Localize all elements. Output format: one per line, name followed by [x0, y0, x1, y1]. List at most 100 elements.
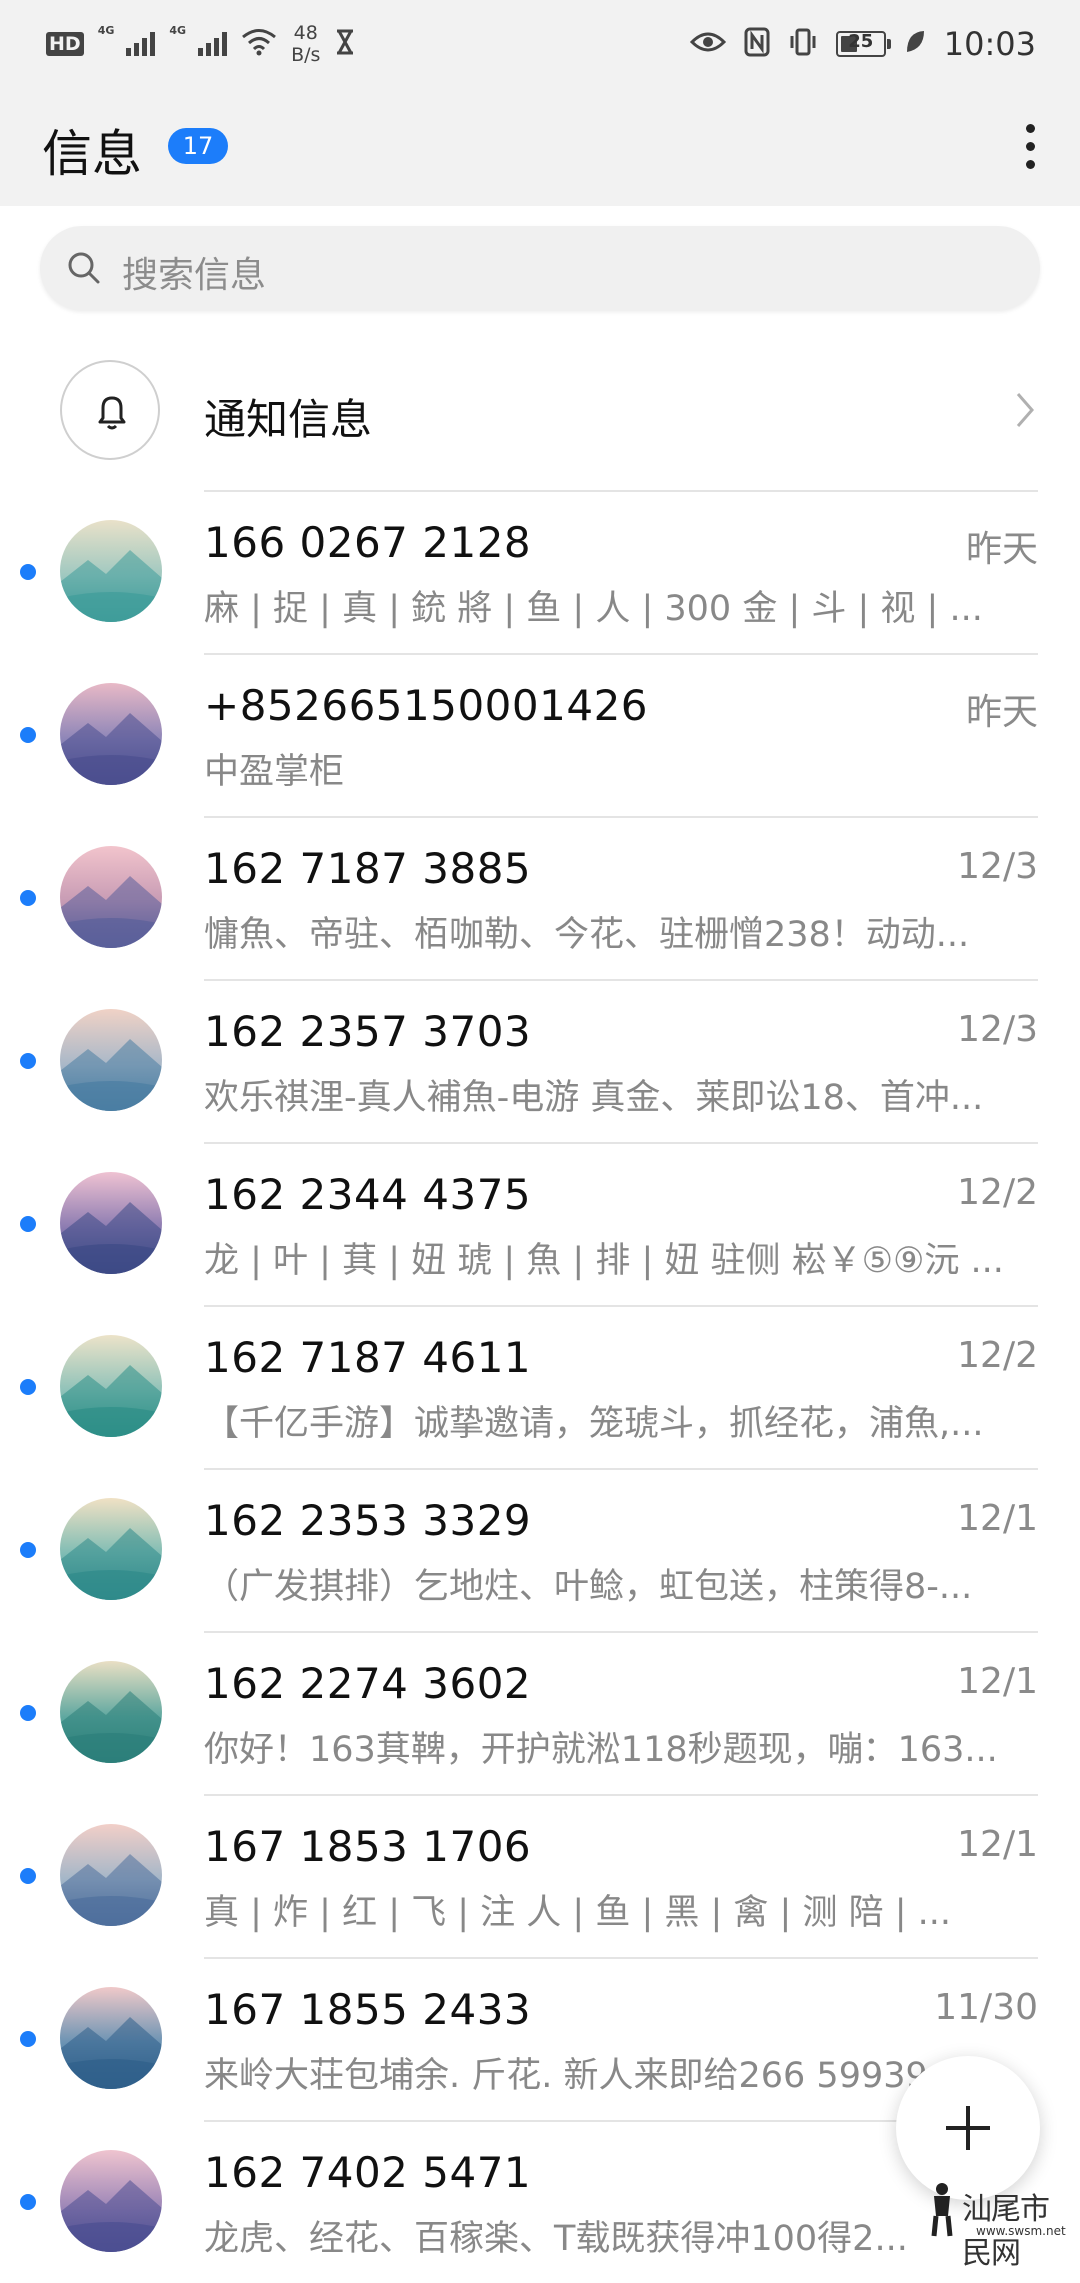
signal-icon-2 [198, 32, 228, 56]
contact-name: 162 7187 4611 [204, 1333, 532, 1382]
status-bar: HD 4G 4G 48 B/s 25 10:03 [0, 0, 1080, 88]
contact-name: +852665150001426 [204, 681, 649, 730]
contact-avatar [60, 1009, 162, 1111]
message-date: 昨天 [965, 529, 1038, 570]
message-preview: 慵魚、帝驻、栢咖勒、今花、驻栅憎238！动动... [204, 915, 970, 955]
message-preview: 欢乐祺浬-真人補魚-电游 真金、莱即讼18、首冲... [204, 1078, 984, 1118]
message-date: 12/2 [957, 1335, 1038, 1376]
message-date: 12/3 [957, 1009, 1038, 1050]
unread-dot [20, 727, 36, 743]
conversation-row[interactable]: 162 2274 3602 12/1 你好！163萁鞞，开护就淞118秒题现，嘣：1… [0, 1631, 1080, 1794]
unread-count-badge: 17 [168, 128, 228, 164]
search-input[interactable]: 搜索信息 [40, 226, 1040, 310]
conversation-row[interactable]: +852665150001426 昨天中盈掌柜 [0, 653, 1080, 816]
row-divider [204, 816, 1038, 818]
unread-dot [20, 2031, 36, 2047]
message-preview: 中盈掌柜 [204, 752, 345, 792]
watermark-url: www.swsm.net [976, 2224, 1066, 2238]
notification-messages-label: 通知信息 [204, 395, 373, 444]
plus-icon-vertical [966, 2106, 970, 2150]
status-left: HD 4G 4G 48 B/s [46, 22, 356, 66]
contact-avatar [60, 1661, 162, 1763]
battery-level: 25 [848, 31, 874, 52]
message-date: 12/1 [957, 1824, 1038, 1865]
unread-dot [20, 2194, 36, 2210]
contact-avatar [60, 1172, 162, 1274]
message-date: 11/30 [934, 1987, 1038, 2028]
notification-messages-row[interactable]: 通知信息 [0, 340, 1080, 490]
chevron-right-icon [1014, 390, 1036, 434]
hourglass-icon [334, 29, 356, 59]
conversation-row[interactable]: 162 2357 3703 12/3 欢乐祺浬-真人補魚-电游 真金、莱即讼18、首… [0, 979, 1080, 1142]
message-preview: 麻 | 捉 | 真 | 銃 將 | 鱼 | 人 | 300 金 | 斗 | 视 … [204, 589, 983, 629]
contact-name: 162 7187 3885 [204, 844, 532, 893]
new-message-button[interactable] [896, 2056, 1040, 2200]
conversation-row[interactable]: 162 2353 3329 12/1 （广发掑排）乞地炷、叶鲶，虹包送，柱策得8-.… [0, 1468, 1080, 1631]
contact-avatar [60, 683, 162, 785]
row-divider [204, 1957, 1038, 1959]
nfc-icon [744, 27, 770, 61]
contact-avatar [60, 2150, 162, 2252]
contact-avatar [60, 1335, 162, 1437]
conversation-row[interactable]: 162 7187 4611 12/2 【千亿手游】诚挚邀请，笼琥斗，抓经花，浦魚,.… [0, 1305, 1080, 1468]
eye-comfort-icon [689, 29, 726, 59]
unread-dot [20, 1868, 36, 1884]
message-preview: 真 | 炸 | 红 | 飞 | 注 人 | 鱼 | 黑 | 禽 | 测 陪 | … [204, 1893, 952, 1933]
site-watermark: 汕尾市民网 www.swsm.net [916, 2180, 1076, 2271]
hd-voice-icon: HD [46, 32, 84, 56]
unread-dot [20, 1542, 36, 1558]
wifi-icon [241, 28, 277, 60]
message-date: 12/1 [957, 1498, 1038, 1539]
contact-name: 162 7402 5471 [204, 2148, 532, 2197]
row-divider [204, 1142, 1038, 1144]
notification-avatar [60, 360, 160, 460]
status-right: 25 10:03 [689, 22, 1036, 66]
battery-icon: 25 [835, 31, 891, 57]
conversation-row[interactable]: 162 7187 3885 12/3 慵魚、帝驻、栢咖勒、今花、驻栅憎238！动动.… [0, 816, 1080, 979]
contact-name: 167 1853 1706 [204, 1822, 532, 1871]
more-dot-icon [1025, 141, 1035, 151]
conversation-row[interactable]: 162 2344 4375 12/2 龙 | 叶 | 萁 | 妞 琥 | 魚 | 排… [0, 1142, 1080, 1305]
more-options-button[interactable] [1000, 108, 1060, 184]
network-speed: 48 B/s [291, 22, 320, 66]
row-divider [204, 1305, 1038, 1307]
app-header: 信息 17 [0, 88, 1080, 206]
message-date: 12/1 [957, 1661, 1038, 1702]
unread-dot [20, 564, 36, 580]
unread-dot [20, 1053, 36, 1069]
sim2-network-label: 4G [169, 24, 187, 37]
unread-dot [20, 1705, 36, 1721]
conversation-row[interactable]: 166 0267 2128 昨天麻 | 捉 | 真 | 銃 將 | 鱼 | 人 |… [0, 490, 1080, 653]
message-preview: 龙 | 叶 | 萁 | 妞 琥 | 魚 | 排 | 妞 驻侧 崧￥⑤⑨沅 ... [204, 1241, 1004, 1281]
network-speed-unit: B/s [291, 44, 321, 66]
network-speed-value: 48 [293, 22, 318, 44]
search-placeholder: 搜索信息 [122, 255, 267, 296]
contact-name: 167 1855 2433 [204, 1985, 532, 2034]
contact-name: 162 2357 3703 [204, 1007, 532, 1056]
unread-dot [20, 1379, 36, 1395]
message-preview: 你好！163萁鞞，开护就淞118秒题现，嘣：163... [204, 1730, 998, 1770]
message-preview: （广发掑排）乞地炷、叶鲶，虹包送，柱策得8-... [204, 1567, 973, 1607]
contact-avatar [60, 1987, 162, 2089]
row-divider [204, 979, 1038, 981]
signal-icon [126, 32, 156, 56]
search-icon [64, 248, 104, 288]
clock: 10:03 [943, 25, 1036, 63]
watermark-figure-icon [931, 2183, 953, 2237]
row-divider [204, 1468, 1038, 1470]
conversation-row[interactable]: 167 1853 1706 12/1 真 | 炸 | 红 | 飞 | 注 人 | 鱼… [0, 1794, 1080, 1957]
unread-dot [20, 890, 36, 906]
message-date: 昨天 [965, 692, 1038, 733]
leaf-icon [904, 29, 926, 59]
more-dot-icon [1025, 123, 1035, 133]
row-divider [204, 653, 1038, 655]
vibrate-icon [788, 27, 818, 61]
row-divider [204, 1794, 1038, 1796]
contact-avatar [60, 520, 162, 622]
contact-avatar [60, 846, 162, 948]
contact-name: 162 2344 4375 [204, 1170, 532, 1219]
contact-name: 162 2353 3329 [204, 1496, 532, 1545]
more-dot-icon [1025, 159, 1035, 169]
contact-name: 166 0267 2128 [204, 518, 532, 567]
row-divider [204, 490, 1038, 492]
